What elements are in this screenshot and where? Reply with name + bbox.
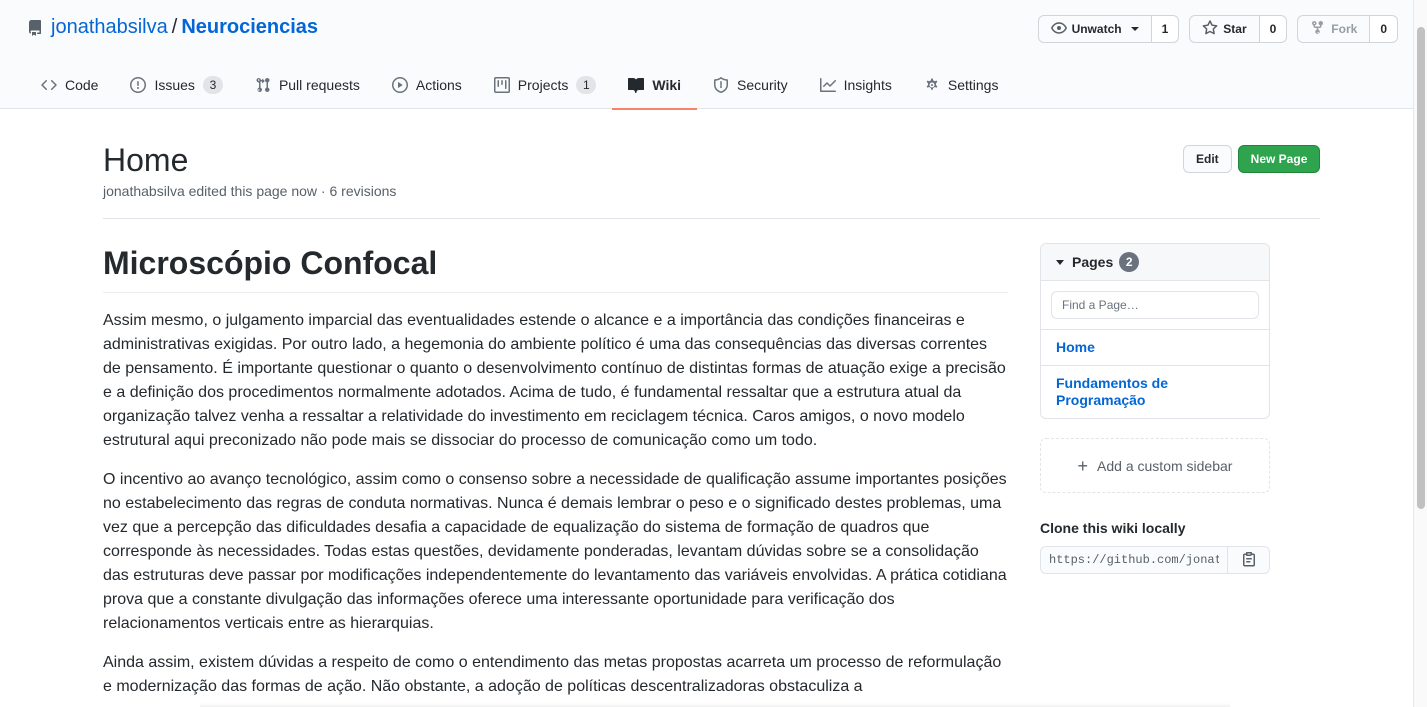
tab-security-label: Security [737, 76, 788, 93]
revision-meta[interactable]: jonathabsilva edited this page now · 6 r… [103, 183, 396, 199]
paragraph: Ainda assim, existem dúvidas a respeito … [103, 654, 1002, 695]
project-icon [493, 76, 510, 93]
watchers-count[interactable]: 1 [1151, 15, 1180, 43]
add-custom-sidebar-button[interactable]: + Add a custom sidebar [1040, 438, 1270, 493]
repo-nav: Code Issues 3 Pull requests Actions Proj… [25, 60, 1015, 110]
pages-search [1041, 281, 1269, 330]
tab-security[interactable]: Security [697, 60, 804, 109]
stars-count[interactable]: 0 [1259, 15, 1288, 43]
tab-insights[interactable]: Insights [804, 60, 908, 109]
fork-icon [1310, 20, 1326, 39]
clone-box [1040, 546, 1270, 574]
wiki-actions: Edit New Page [1183, 145, 1321, 173]
add-custom-sidebar-label: Add a custom sidebar [1097, 457, 1233, 474]
new-page-button[interactable]: New Page [1237, 145, 1321, 173]
star-group: Star 0 [1189, 15, 1288, 43]
shield-icon [713, 76, 729, 93]
pull-request-icon [255, 77, 271, 93]
repo-separator: / [171, 16, 178, 38]
tab-issues[interactable]: Issues 3 [114, 60, 238, 109]
repo-icon [27, 19, 43, 36]
eye-icon [1050, 20, 1067, 39]
tab-settings[interactable]: Settings [908, 60, 1015, 109]
unwatch-button[interactable]: Unwatch [1037, 15, 1152, 43]
fork-group: Fork 0 [1297, 15, 1398, 43]
triangle-down-icon [1056, 259, 1064, 265]
tab-code[interactable]: Code [25, 60, 114, 109]
plus-icon: + [1077, 455, 1089, 476]
tab-actions-label: Actions [415, 76, 462, 93]
copy-button[interactable] [1228, 546, 1270, 574]
pages-label: Pages [1072, 254, 1114, 270]
tab-actions[interactable]: Actions [376, 60, 478, 109]
repo-name-link[interactable]: Neurociencias [181, 16, 318, 39]
repo-owner-link[interactable]: jonathabsilva [51, 16, 168, 39]
issues-counter: 3 [202, 75, 223, 94]
clone-url-input[interactable] [1040, 546, 1228, 574]
tab-pull-requests-label: Pull requests [278, 76, 360, 93]
tab-issues-label: Issues [154, 76, 195, 93]
pages-box: Pages 2 Home Fundamentos de Programação [1040, 243, 1270, 419]
bottom-shade [200, 703, 1230, 707]
tab-wiki[interactable]: Wiki [612, 60, 697, 110]
tab-settings-label: Settings [947, 76, 999, 93]
edit-button[interactable]: Edit [1183, 145, 1232, 173]
repo-title: jonathabsilva / Neurociencias [27, 16, 318, 39]
page-link-fundamentos[interactable]: Fundamentos de Programação [1041, 366, 1269, 418]
star-button[interactable]: Star [1189, 15, 1260, 43]
unwatch-label: Unwatch [1071, 22, 1122, 36]
pages-counter: 2 [1119, 252, 1140, 272]
scrollbar-thumb[interactable] [1417, 27, 1425, 509]
graph-icon [819, 77, 836, 93]
find-page-input[interactable] [1051, 291, 1259, 319]
gear-icon [924, 77, 940, 93]
chevron-down-icon [1130, 27, 1139, 31]
watch-group: Unwatch 1 [1037, 15, 1180, 43]
paragraph: Assim mesmo, o julgamento imparcial das … [103, 312, 1006, 449]
projects-counter: 1 [576, 75, 597, 94]
page-title: Home [103, 142, 189, 178]
tab-insights-label: Insights [843, 76, 892, 93]
scrollbar[interactable] [1413, 0, 1427, 707]
fork-label: Fork [1331, 22, 1358, 36]
play-icon [391, 76, 408, 93]
pages-toggle[interactable]: Pages 2 [1041, 244, 1269, 281]
tab-projects-label: Projects [517, 76, 569, 93]
book-icon [628, 77, 645, 93]
star-label: Star [1223, 22, 1247, 36]
fork-button[interactable]: Fork [1297, 15, 1371, 43]
clone-title: Clone this wiki locally [1040, 520, 1186, 536]
paragraph: O incentivo ao avanço tecnológico, assim… [103, 471, 1007, 632]
tab-code-label: Code [65, 76, 99, 93]
content-heading: Microscópio Confocal [103, 243, 1008, 293]
repo-actions: Unwatch 1 Star 0 Fork 0 [1037, 15, 1398, 43]
clipboard-icon [1241, 551, 1257, 570]
issue-icon [130, 76, 147, 93]
page-link-home[interactable]: Home [1041, 330, 1269, 366]
tab-wiki-label: Wiki [652, 76, 682, 93]
repo-header: jonathabsilva / Neurociencias Unwatch 1 … [0, 0, 1413, 110]
tab-pull-requests[interactable]: Pull requests [239, 60, 376, 109]
code-icon [41, 77, 57, 93]
tab-projects[interactable]: Projects 1 [478, 60, 613, 109]
forks-count[interactable]: 0 [1370, 15, 1398, 43]
divider [103, 218, 1320, 219]
wiki-content: Microscópio Confocal Assim mesmo, o julg… [103, 243, 1008, 707]
star-icon [1202, 19, 1218, 39]
